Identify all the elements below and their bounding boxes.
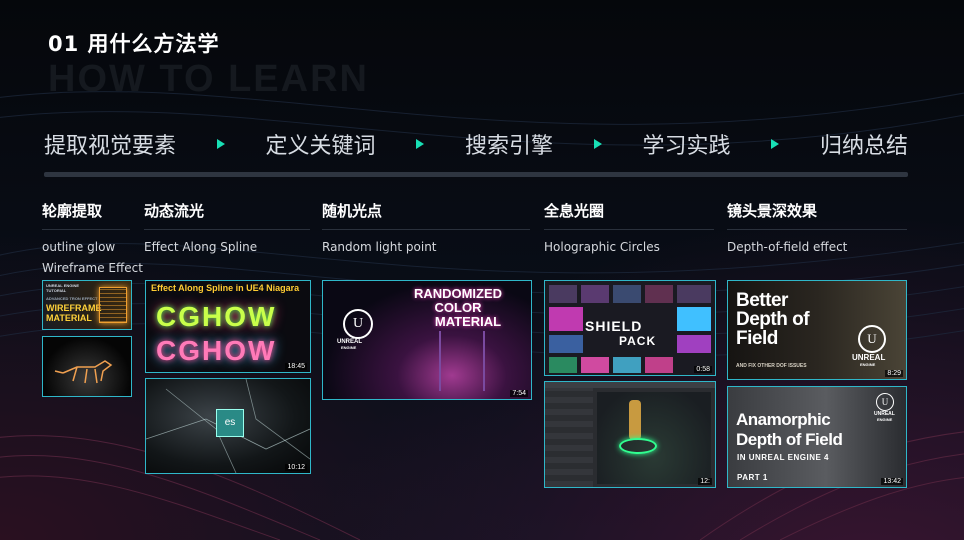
duration-badge: 8:29 (885, 370, 903, 377)
desc-line: Wireframe Effect (42, 261, 143, 275)
thumb-banner: Effect Along Spline in UE4 Niagara (151, 283, 300, 293)
desc-line: Holographic Circles (544, 240, 660, 254)
wireframe-figure (99, 287, 127, 323)
editor-panel (545, 388, 593, 487)
thumb-neon-text: CGHOW (156, 335, 277, 366)
step-4: 学习实践 (642, 134, 731, 159)
unreal-logo-icon: U (876, 393, 894, 411)
column-desc: outline glow Wireframe Effect (42, 237, 143, 279)
page-title: 01 用什么方法学 (48, 32, 220, 56)
step-3: 搜索引擎 (464, 134, 553, 159)
column-holo: 全息光圈 Holographic Circles (544, 200, 714, 258)
thumb-text: ENGINE (860, 362, 876, 367)
thumb-text: COLOR (434, 300, 482, 315)
thumb-text: TUTORIAL (46, 288, 67, 293)
arrow-right-icon (771, 139, 780, 149)
desc-line: Random light point (322, 240, 437, 254)
column-heading: 全息光圈 (544, 200, 714, 230)
thumb-text: Field (736, 328, 778, 349)
column-heading: 随机光点 (322, 200, 530, 230)
fox-wireframe (54, 360, 113, 384)
decor (483, 331, 485, 391)
step-2: 定义关键词 (265, 134, 376, 159)
divider (44, 172, 908, 177)
column-outline: 轮廓提取 outline glow Wireframe Effect (42, 200, 143, 279)
holo-ring (619, 438, 657, 454)
thumb-text: RANDOMIZED (413, 286, 503, 301)
column-heading: 镜头景深效果 (727, 200, 907, 230)
es-logo: es (216, 409, 244, 437)
column-desc: Holographic Circles (544, 237, 714, 258)
thumb-shield-video[interactable]: SHIELD PACK 0:58 (544, 280, 716, 376)
thumb-random-video[interactable]: RANDOMIZED COLOR MATERIAL U UNREAL ENGIN… (322, 280, 532, 400)
desc-line: Depth-of-field effect (727, 240, 848, 254)
desc-line: outline glow (42, 240, 116, 254)
duration-badge: 10:12 (285, 464, 307, 471)
arrow-right-icon (216, 139, 225, 149)
column-spline: 动态流光 Effect Along Spline (144, 200, 310, 258)
duration-badge: 0:58 (694, 366, 712, 373)
duration-badge: 13:42 (881, 478, 903, 485)
thumb-text: SHIELD (585, 318, 643, 334)
column-desc: Effect Along Spline (144, 237, 310, 258)
thumb-text: WIREFRAME (46, 303, 102, 313)
duration-badge: 12: (698, 478, 712, 485)
method-steps: 提取视觉要素 定义关键词 搜索引擎 学习实践 归纳总结 (44, 128, 908, 160)
thumb-text: UNREAL (852, 353, 886, 362)
arrow-right-icon (593, 139, 602, 149)
thumb-text: MATERIAL (46, 313, 92, 323)
arrow-right-icon (416, 139, 425, 149)
thumb-city-video[interactable]: es 10:12 (145, 378, 311, 474)
page-subtitle: HOW TO LEARN (48, 58, 369, 100)
editor-viewport (597, 392, 711, 484)
thumb-dof1-video[interactable]: Better Depth of Field AND FIX OTHER DOF … (727, 280, 907, 380)
column-heading: 轮廓提取 (42, 200, 130, 230)
thumb-text: Anamorphic (736, 410, 831, 429)
duration-badge: 18:45 (285, 363, 307, 370)
thumb-text: ADVANCED TRON EFFECT (46, 296, 98, 301)
thumb-holo-video[interactable]: 12: (544, 381, 716, 488)
column-dof: 镜头景深效果 Depth-of-field effect (727, 200, 907, 258)
thumb-fox-video[interactable] (42, 336, 132, 397)
column-desc: Random light point (322, 237, 530, 258)
thumb-neon-text: CGHOW (156, 301, 277, 332)
desc-line: Effect Along Spline (144, 240, 258, 254)
thumb-text: AND FIX OTHER DOF ISSUES (736, 363, 807, 369)
unreal-logo-icon: U (858, 325, 886, 353)
thumb-cghow-video[interactable]: Effect Along Spline in UE4 Niagara CGHOW… (145, 280, 311, 373)
step-5: 归纳总结 (819, 134, 908, 159)
duration-badge: 7:54 (510, 390, 528, 397)
character-figure (629, 400, 641, 440)
thumb-dof2-video[interactable]: Anamorphic Depth of Field IN UNREAL ENGI… (727, 386, 907, 488)
column-heading: 动态流光 (144, 200, 310, 230)
thumb-text: IN UNREAL ENGINE 4 (737, 453, 829, 462)
step-1: 提取视觉要素 (44, 134, 177, 159)
thumb-wireframe-video[interactable]: UNREAL ENGINE TUTORIAL ADVANCED TRON EFF… (42, 280, 132, 330)
thumb-text: Depth of (736, 309, 810, 330)
decor (439, 331, 441, 391)
thumb-text: Depth of Field (736, 430, 843, 449)
unreal-logo-icon: U (343, 309, 373, 339)
thumb-text: Better (736, 290, 788, 311)
thumb-text: MATERIAL (434, 314, 502, 329)
column-desc: Depth-of-field effect (727, 237, 907, 258)
column-random: 随机光点 Random light point (322, 200, 530, 258)
thumb-text: ENGINE (341, 345, 357, 350)
thumb-text: ENGINE (877, 417, 893, 422)
thumb-text: PACK (619, 334, 657, 348)
thumb-text: PART 1 (737, 473, 768, 482)
